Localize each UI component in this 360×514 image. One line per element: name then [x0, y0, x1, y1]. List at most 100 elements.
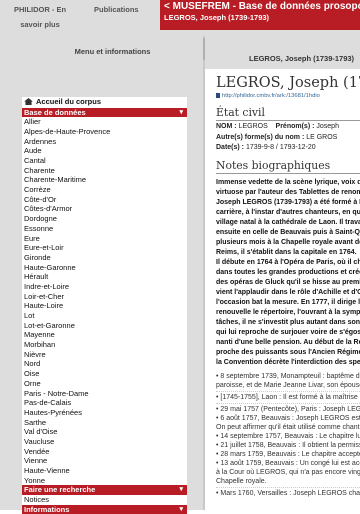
department-item[interactable]: Vaucluse: [22, 437, 187, 447]
sidebar-section-info-label: Informations: [24, 504, 70, 514]
department-item[interactable]: Côte-d'Or: [22, 195, 187, 205]
department-item[interactable]: Orne: [22, 379, 187, 389]
musefrem-tab-title: < MUSEFREM - Base de données prosopograp…: [164, 1, 360, 12]
department-item[interactable]: Cantal: [22, 156, 187, 166]
musefrem-tab[interactable]: < MUSEFREM - Base de données prosopograp…: [160, 0, 360, 30]
bio-line: l'occasion bat la mesure. En 1777, il di…: [216, 298, 360, 306]
department-item[interactable]: Hautes-Pyrénées: [22, 408, 187, 418]
bio-line: dans toutes les grandes productions et c…: [216, 268, 360, 276]
sidebar-section-base-label: Base de données: [24, 107, 86, 117]
department-item[interactable]: Alpes-de-Haute-Provence: [22, 127, 187, 137]
department-item[interactable]: Sarthe: [22, 418, 187, 428]
entry-line: On peut affirmer qu'il était utilisé com…: [216, 423, 360, 431]
department-item[interactable]: Aude: [22, 146, 187, 156]
entry-line: • 21 juillet 1758, Beauvais : Il obtient…: [216, 441, 360, 449]
entry-line: • 29 mai 1757 (Pentecôte), Paris : Josep…: [216, 405, 360, 413]
department-item[interactable]: Corrèze: [22, 185, 187, 195]
top-navigation-bar: PHILIDOR - En savoir plus Publications <…: [0, 0, 360, 30]
notice-content: LEGROS, Joseph (1739-1793) http://philid…: [216, 74, 360, 498]
department-item[interactable]: Côtes-d'Armor: [22, 204, 187, 214]
bio-text: Immense vedette de la scène lyrique, voi…: [216, 178, 360, 368]
department-item[interactable]: Paris - Notre-Dame: [22, 389, 187, 399]
chevron-down-icon: ▾: [179, 505, 183, 513]
bio-line: qui lui reproche de surjouer voire de s'…: [216, 328, 360, 336]
department-item[interactable]: Lot: [22, 311, 187, 321]
publications-tab-label: Publications: [94, 5, 139, 14]
department-item[interactable]: Nord: [22, 359, 187, 369]
etat-civil-heading: État civil: [216, 106, 360, 121]
department-item[interactable]: Charente: [22, 166, 187, 176]
department-item[interactable]: Dordogne: [22, 214, 187, 224]
sidebar-menu: Accueil du corpus Base de données ▾ Alli…: [22, 97, 187, 514]
department-item[interactable]: Eure-et-Loir: [22, 243, 187, 253]
philidor-tab-line1: PHILIDOR - En: [13, 5, 67, 14]
department-item[interactable]: Oise: [22, 369, 187, 379]
sidebar-section-info[interactable]: Informations ▾: [22, 504, 187, 514]
sidebar-section-base[interactable]: Base de données ▾: [22, 107, 187, 118]
department-item[interactable]: Indre-et-Loire: [22, 282, 187, 292]
department-item[interactable]: Nièvre: [22, 350, 187, 360]
department-item[interactable]: Gironde: [22, 253, 187, 263]
content-strip-title: LEGROS, Joseph (1739-1793): [249, 54, 355, 63]
dates-label: Date(s) :: [216, 144, 245, 151]
sidebar-home-label: Accueil du corpus: [36, 97, 102, 106]
department-item[interactable]: Morbihan: [22, 340, 187, 350]
department-item[interactable]: Val d'Oise: [22, 427, 187, 437]
sidebar-home-link[interactable]: Accueil du corpus: [22, 97, 187, 108]
philidor-tab[interactable]: PHILIDOR - En savoir plus: [0, 0, 80, 30]
notes-heading: Notes biographiques: [216, 159, 360, 174]
bio-line: renouvelle le répertoire, l'ouvrant à la…: [216, 308, 360, 316]
bio-line: village natal à la cathédrale de Laon. I…: [216, 218, 360, 226]
home-icon: [24, 98, 33, 105]
department-item[interactable]: Essonne: [22, 224, 187, 234]
bio-line: proche des puissants sous l'Ancien Régim…: [216, 348, 360, 356]
entry-line: • 28 mars 1759, Beauvais : Le chapitre a…: [216, 450, 360, 458]
ark-url: http://philidor.cmbv.fr/ark:/13681/1hdio: [222, 93, 320, 99]
publications-tab[interactable]: Publications: [80, 0, 160, 30]
nom-value: LEGROS: [238, 123, 268, 130]
entry-line: • 14 septembre 1757, Beauvais : Le chapi…: [216, 432, 360, 440]
sidebar-item-notices[interactable]: Notices: [22, 495, 187, 505]
bio-line: Reims, il s'établit dans la capitale en …: [216, 248, 357, 256]
department-item[interactable]: Haute-Garonne: [22, 263, 187, 273]
autres-value: LE GROS: [306, 133, 338, 141]
department-item[interactable]: Vendée: [22, 447, 187, 457]
department-item[interactable]: Haute-Vienne: [22, 466, 187, 476]
autres-label: Autre(s) forme(s) du nom :: [216, 133, 305, 141]
sidebar-section-search[interactable]: Faire une recherche ▾: [22, 485, 187, 496]
content-title-strip: LEGROS, Joseph (1739-1793): [205, 30, 360, 69]
bio-line: Il débute en 1764 à l'Opéra de Paris, où…: [216, 258, 360, 266]
department-list: Allier Alpes-de-Haute-Provence Ardennes …: [22, 117, 187, 486]
department-item[interactable]: Charente-Maritime: [22, 175, 187, 185]
dates-value: 1739-9-8 / 1793-12-20: [245, 144, 316, 151]
entry-separator: [216, 390, 360, 392]
nom-label: NOM :: [216, 123, 237, 130]
bio-line: vient l'applaudir dans le rôle d'Achille…: [216, 288, 360, 296]
entry-line: Chapelle royale.: [216, 477, 267, 485]
department-item[interactable]: Eure: [22, 234, 187, 244]
bio-line: nanti d'une belle pension. Au début de l…: [216, 338, 360, 346]
department-item[interactable]: Haute-Loire: [22, 301, 187, 311]
entry-line: • 8 septembre 1739, Monampteuil : baptêm…: [216, 372, 360, 380]
civil-line-1: NOM : LEGROS Prénom(s) : Joseph: [216, 123, 360, 132]
ark-link[interactable]: http://philidor.cmbv.fr/ark:/13681/1hdio: [216, 92, 360, 100]
main-content-panel: LEGROS, Joseph (1739-1793) LEGROS, Josep…: [205, 30, 360, 510]
civil-line-3: Date(s) : 1739-9-8 / 1793-12-20: [216, 144, 360, 153]
department-item[interactable]: Ardennes: [22, 137, 187, 147]
entry-line: • 6 août 1757, Beauvais : Joseph LEGROS …: [216, 414, 360, 422]
department-item[interactable]: Hérault: [22, 272, 187, 282]
bio-line: ensuite en celle de Beauvais puis à Sain…: [216, 228, 360, 236]
page-title: LEGROS, Joseph (1739-1793): [216, 75, 360, 91]
department-item[interactable]: Lot-et-Garonne: [22, 321, 187, 331]
department-item[interactable]: Yonne: [22, 476, 187, 486]
bio-line: des opéras de Gluck qu'il se hisse au pr…: [216, 278, 360, 286]
entry-separator: [216, 402, 360, 404]
department-item[interactable]: Mayenne: [22, 330, 187, 340]
prenom-label: Prénom(s) :: [275, 123, 315, 130]
department-item[interactable]: Pas-de-Calais: [22, 398, 187, 408]
department-item[interactable]: Allier: [22, 117, 187, 127]
bio-line: la Convention décrète l'interdiction des…: [216, 358, 360, 366]
bio-line: virtuose par l'auteur des Tablettes de r…: [216, 188, 360, 196]
department-item[interactable]: Loir-et-Cher: [22, 292, 187, 302]
department-item[interactable]: Vienne: [22, 456, 187, 466]
